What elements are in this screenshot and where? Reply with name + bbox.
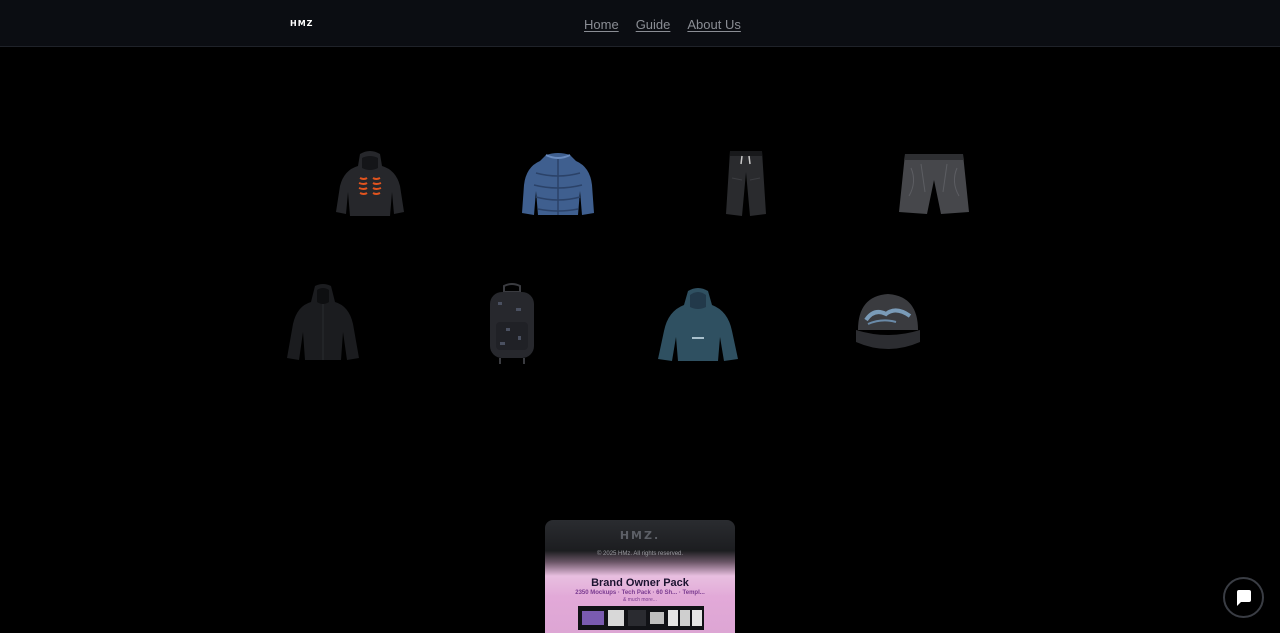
product-black-hooded-jacket[interactable]: [287, 284, 359, 362]
product-black-denim-pants[interactable]: [722, 148, 770, 218]
hoodie-icon: [658, 288, 738, 361]
nav-link-about-us[interactable]: About Us: [687, 17, 740, 32]
pack-subtitle-more: & much more...: [623, 597, 657, 603]
product-black-backpack[interactable]: [486, 282, 538, 366]
nav-link-home[interactable]: Home: [584, 17, 619, 32]
product-grey-denim-shorts[interactable]: [899, 152, 969, 216]
pack-title: Brand Owner Pack: [591, 577, 689, 589]
product-blue-puffer-jacket[interactable]: [520, 151, 596, 217]
site-header: HMZ Home Guide About Us: [0, 0, 1280, 47]
jacket-icon: [287, 284, 359, 360]
pack-thumbnails: [578, 606, 704, 630]
cap-icon: [856, 294, 920, 349]
pack-subtitle: 2350 Mockups · Tech Pack · 60 Sh... · Te…: [575, 590, 705, 596]
puffer-jacket-icon: [522, 153, 594, 215]
backpack-icon: [490, 283, 534, 364]
pack-brand-logo: HMZ.: [619, 529, 661, 542]
pack-copyright: © 2025 HMz. All rights reserved.: [596, 551, 684, 557]
chat-button[interactable]: [1223, 577, 1264, 618]
chat-icon: [1236, 589, 1251, 606]
brand-owner-pack-image[interactable]: HMZ. © 2025 HMz. All rights reserved. Br…: [545, 520, 735, 633]
nav-link-guide[interactable]: Guide: [636, 17, 671, 32]
site-logo[interactable]: HMZ: [290, 19, 313, 28]
product-teal-hoodie[interactable]: [658, 287, 738, 361]
pants-icon: [726, 151, 766, 216]
main-nav: Home Guide About Us: [584, 17, 741, 32]
hoodie-icon: [336, 151, 404, 216]
product-grey-cap[interactable]: [852, 290, 924, 356]
shorts-icon: [899, 154, 969, 214]
product-hoodie-orange-print[interactable]: [334, 150, 406, 218]
